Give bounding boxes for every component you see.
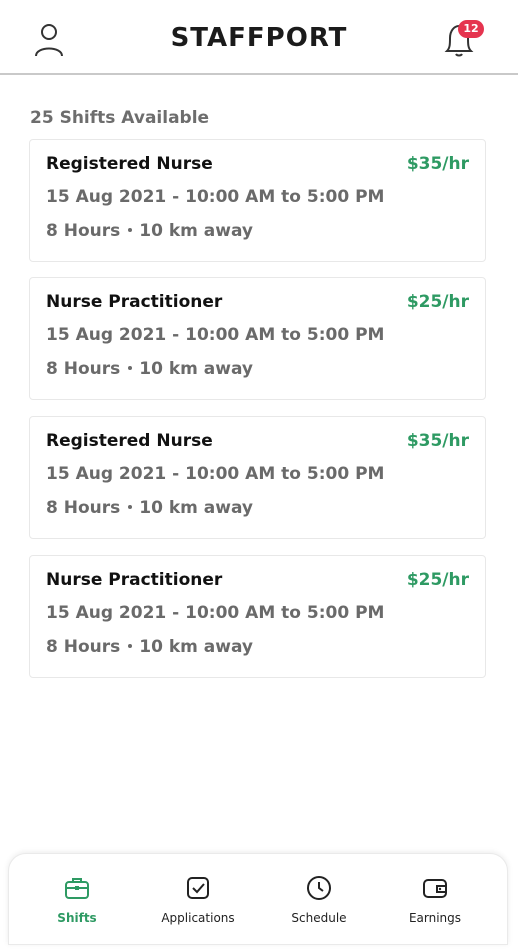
separator-dot	[128, 504, 133, 509]
tab-label: Earnings	[408, 911, 462, 925]
app-screen: STAFFPORT 12 25 Shifts Available Registe…	[0, 0, 518, 949]
briefcase-icon	[65, 878, 89, 899]
shift-rate: $35/hr	[406, 154, 469, 174]
notification-badge: 12	[458, 20, 484, 38]
shift-rate: $25/hr	[406, 292, 469, 312]
clock-icon	[307, 876, 331, 900]
shift-hours: 8 Hours	[46, 637, 121, 657]
tab-applications[interactable]: Applications	[138, 854, 258, 946]
shift-meta: 8 Hours 10 km away	[46, 637, 253, 657]
tab-label: Applications	[161, 911, 235, 925]
shift-title: Nurse Practitioner	[46, 292, 223, 312]
shift-title: Nurse Practitioner	[46, 570, 223, 590]
shift-meta: 8 Hours 10 km away	[46, 221, 253, 241]
shifts-count: 25 Shifts Available	[30, 108, 210, 128]
shift-hours: 8 Hours	[46, 498, 121, 518]
separator-dot	[128, 227, 133, 232]
shift-distance: 10 km away	[139, 221, 253, 241]
shift-datetime: 15 Aug 2021 - 10:00 AM to 5:00 PM	[46, 603, 385, 623]
shift-meta: 8 Hours 10 km away	[46, 359, 253, 379]
separator-dot	[128, 365, 133, 370]
shift-card[interactable]: Registered Nurse $35/hr 15 Aug 2021 - 10…	[29, 139, 486, 262]
shift-distance: 10 km away	[139, 637, 253, 657]
shift-meta: 8 Hours 10 km away	[46, 498, 253, 518]
shift-card[interactable]: Nurse Practitioner $25/hr 15 Aug 2021 - …	[29, 277, 486, 400]
check-square-icon	[187, 877, 209, 899]
separator-dot	[128, 643, 133, 648]
shift-distance: 10 km away	[139, 498, 253, 518]
tab-label: Schedule	[291, 911, 347, 925]
shift-hours: 8 Hours	[46, 359, 121, 379]
shift-rate: $35/hr	[406, 431, 469, 451]
shift-title: Registered Nurse	[46, 431, 213, 451]
shift-card[interactable]: Nurse Practitioner $25/hr 15 Aug 2021 - …	[29, 555, 486, 678]
shift-datetime: 15 Aug 2021 - 10:00 AM to 5:00 PM	[46, 187, 385, 207]
shift-distance: 10 km away	[139, 359, 253, 379]
bottom-navigation: Shifts Applications Schedule Earnings	[8, 853, 508, 945]
tab-schedule[interactable]: Schedule	[259, 854, 379, 946]
shift-card[interactable]: Registered Nurse $35/hr 15 Aug 2021 - 10…	[29, 416, 486, 539]
shift-title: Registered Nurse	[46, 154, 213, 174]
shift-hours: 8 Hours	[46, 221, 121, 241]
wallet-icon	[423, 879, 447, 898]
tab-label: Shifts	[57, 911, 97, 925]
shift-datetime: 15 Aug 2021 - 10:00 AM to 5:00 PM	[46, 325, 385, 345]
tab-earnings[interactable]: Earnings	[375, 854, 495, 946]
top-header: STAFFPORT 12	[0, 0, 518, 75]
shift-datetime: 15 Aug 2021 - 10:00 AM to 5:00 PM	[46, 464, 385, 484]
tab-shifts[interactable]: Shifts	[17, 854, 137, 946]
shift-rate: $25/hr	[406, 570, 469, 590]
